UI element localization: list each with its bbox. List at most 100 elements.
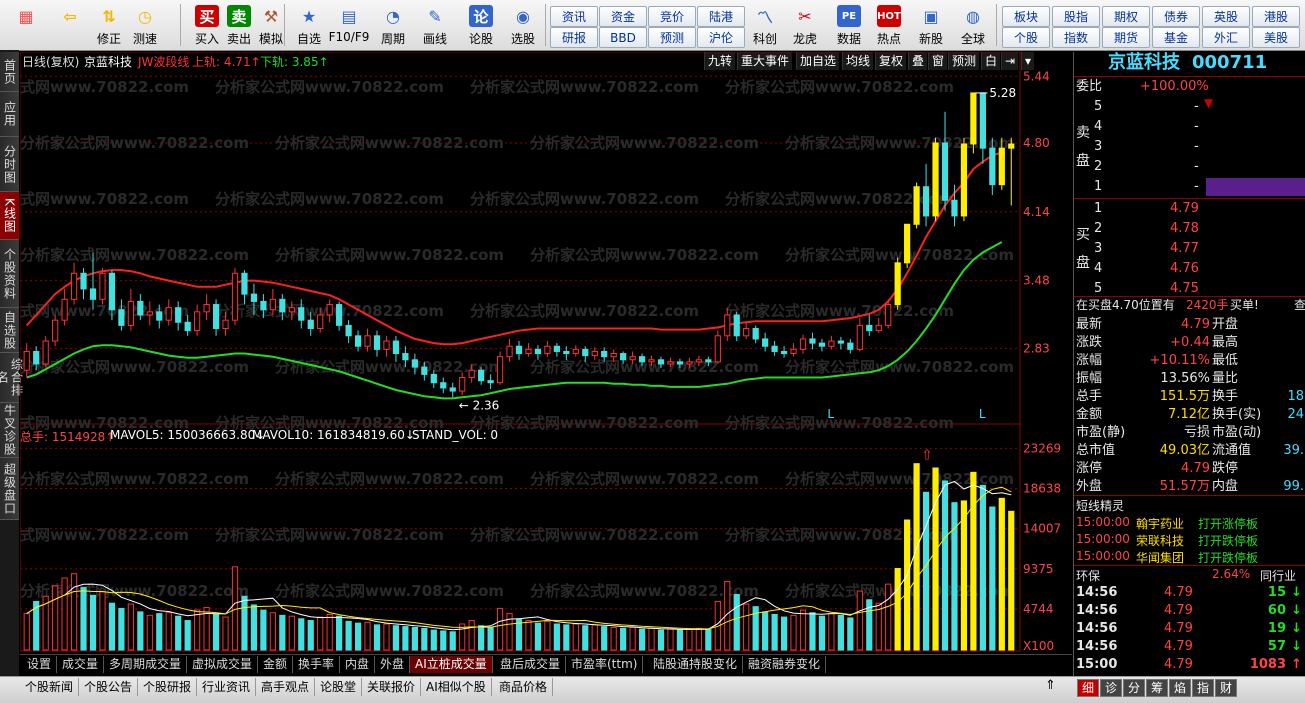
candle [544,345,551,355]
quick-button-2[interactable]: 竞价 [648,6,696,27]
toolbar-cycle-button[interactable]: ◔ 周期 [376,2,410,48]
right-tab-5[interactable]: 指 [1192,679,1215,697]
toolbar-buy-button[interactable]: 买买入 [190,2,224,48]
status-tab-7[interactable]: AI相似个股 [421,678,492,696]
right-tab-6[interactable]: 财 [1215,679,1238,697]
left-tab-7[interactable]: 牛叉诊股 [0,403,19,458]
volume-bar [563,624,570,651]
indicator-tab-1[interactable]: 成交量 [57,656,105,673]
market-button-0[interactable]: 板块 [1002,6,1050,27]
market-button-r2-5[interactable]: 美股 [1252,27,1300,48]
quick-button-r2-3[interactable]: 沪伦 [697,27,745,48]
indicator-tab-0[interactable]: 设置 [22,656,58,673]
indicator-tab-3[interactable]: 虚拟成交量 [187,656,259,673]
right-tab-1[interactable]: 诊 [1100,679,1123,697]
volume-bar [70,573,78,651]
market-button-r2-0[interactable]: 个股 [1002,27,1050,48]
left-tab-5[interactable]: 自选股 [0,308,19,353]
indicator-tab-4[interactable]: 金额 [258,656,294,673]
volume-bar [364,621,371,651]
book-divider [1074,198,1305,199]
wizard-stock[interactable]: 华闻集团 [1136,549,1184,566]
left-tab-1[interactable]: 应用 [0,92,19,137]
indicator-tab-6[interactable]: 内盘 [340,656,376,673]
status-tab-3[interactable]: 行业资讯 [197,678,257,696]
toolbar-data-button[interactable]: PE 数据 [832,2,866,48]
quick-button-r2-1[interactable]: BBD [599,27,647,48]
sector-peer[interactable]: 同行业 [1260,567,1296,584]
toolbar-sell-button[interactable]: 卖卖出 [222,2,256,48]
sell-level-num: 1 [1094,179,1103,194]
toolbar-clock-button[interactable]: ◷ 测速 [128,2,162,48]
status-tab-8[interactable]: 商品价格 [494,678,554,696]
indicator-tab-9[interactable]: 盘后成交量 [495,656,567,673]
watermark-text: 分析家公式网www.70822.com [470,302,699,320]
quick-button-1[interactable]: 资金 [599,6,647,27]
volume-up-arrow-icon: ⇧ [921,447,933,463]
candle [354,335,362,347]
indicator-tab-12[interactable]: 融资融券变化 [743,656,827,673]
candle [108,272,116,311]
toolbar-star-button[interactable]: ★ 自选 [292,2,326,48]
toolbar-ipo-button[interactable]: ▣ 新股 [914,2,948,48]
bid-more-link[interactable]: 查 [1294,297,1305,314]
left-tab-4[interactable]: 个股资料 [0,240,19,308]
quick-button-0[interactable]: 资讯 [550,6,598,27]
toolbar-dragon-tiger-button[interactable]: ✂ 龙虎 [788,2,822,48]
right-tab-2[interactable]: 分 [1123,679,1146,697]
market-button-r2-4[interactable]: 外汇 [1202,27,1250,48]
sector-name[interactable]: 环保 [1076,567,1100,584]
market-button-3[interactable]: 债券 [1152,6,1200,27]
toolbar-select-stock-button[interactable]: ◉ 选股 [506,2,540,48]
expand-up-icon[interactable]: ⇑ [1045,678,1056,693]
status-tab-2[interactable]: 个股研报 [138,678,198,696]
toolbar-hot-button[interactable]: HOT 热点 [872,2,906,48]
left-tab-8[interactable]: 超级盘口 [0,458,19,520]
quick-button-r2-2[interactable]: 预测 [648,27,696,48]
volume-bar [383,623,390,651]
toolbar-up-down-button[interactable]: ⇅ 修正 [92,2,126,48]
toolbar-globe-button[interactable]: ◍ 全球 [956,2,990,48]
quick-button-r2-0[interactable]: 研报 [550,27,598,48]
toolbar-windows-button[interactable]: ▦ [8,2,44,48]
right-tab-3[interactable]: 筹 [1146,679,1169,697]
toolbar-back-arrow-button[interactable]: ⇦ [52,2,88,48]
indicator-tab-10[interactable]: 市盈率(ttm) [566,656,644,673]
market-button-2[interactable]: 期权 [1102,6,1150,27]
toolbar-pencil-button[interactable]: ✎ 画线 [418,2,452,48]
status-tab-5[interactable]: 论股堂 [315,678,363,696]
kline-chart-area[interactable]: 日线(复权) 京蓝科技 JW波段线 上轨: 4.71↑ 下轨: 3.85↑ 九转… [20,52,1072,652]
market-button-5[interactable]: 港股 [1252,6,1300,27]
quick-button-3[interactable]: 陆港 [697,6,745,27]
stat-value-2: 18 [1287,389,1304,404]
right-tab-0[interactable]: 细 [1077,679,1100,697]
wizard-stock[interactable]: 荣联科技 [1136,532,1184,549]
right-tab-4[interactable]: 焰 [1169,679,1192,697]
indicator-tab-2[interactable]: 多周期成交量 [104,656,188,673]
left-tab-2[interactable]: 分时图 [0,137,19,192]
stat-value: +0.44 [1170,335,1210,350]
wizard-stock[interactable]: 翰宇药业 [1136,515,1184,532]
status-tab-4[interactable]: 高手观点 [256,678,316,696]
status-tab-6[interactable]: 关联报价 [362,678,422,696]
left-tab-3[interactable]: K线图 [0,192,19,240]
indicator-tab-7[interactable]: 外盘 [375,656,411,673]
status-tab-1[interactable]: 个股公告 [79,678,139,696]
toolbar-tech-button[interactable]: 〽科创 [748,2,782,48]
market-button-r2-3[interactable]: 基金 [1152,27,1200,48]
market-button-r2-1[interactable]: 指数 [1052,27,1100,48]
indicator-tab-8[interactable]: AI立桩成交量 [410,656,493,673]
market-button-r2-2[interactable]: 期货 [1102,27,1150,48]
market-button-4[interactable]: 英股 [1202,6,1250,27]
status-tab-0[interactable]: 个股新闻 [20,678,80,696]
toolbar-hammer-button[interactable]: ⚒ 模拟 [254,2,288,48]
toolbar-f10-button[interactable]: ▤ F10/F9 [329,2,370,48]
toolbar-discuss-button[interactable]: 论论股 [464,2,498,48]
left-tab-6[interactable]: 综合排名 [0,353,24,403]
market-button-1[interactable]: 股指 [1052,6,1100,27]
indicator-tab-5[interactable]: 换手率 [293,656,341,673]
left-tab-0[interactable]: 首页 [0,52,19,92]
kline-chart[interactable]: 5.44 4.80 4.14 3.48 2.83 23269 18638 14007 9375 4… [20,52,1072,652]
watermark-text: 分析家公式网www.70822.com [470,526,699,544]
indicator-tab-11[interactable]: 陆股通持股变化 [648,656,744,673]
